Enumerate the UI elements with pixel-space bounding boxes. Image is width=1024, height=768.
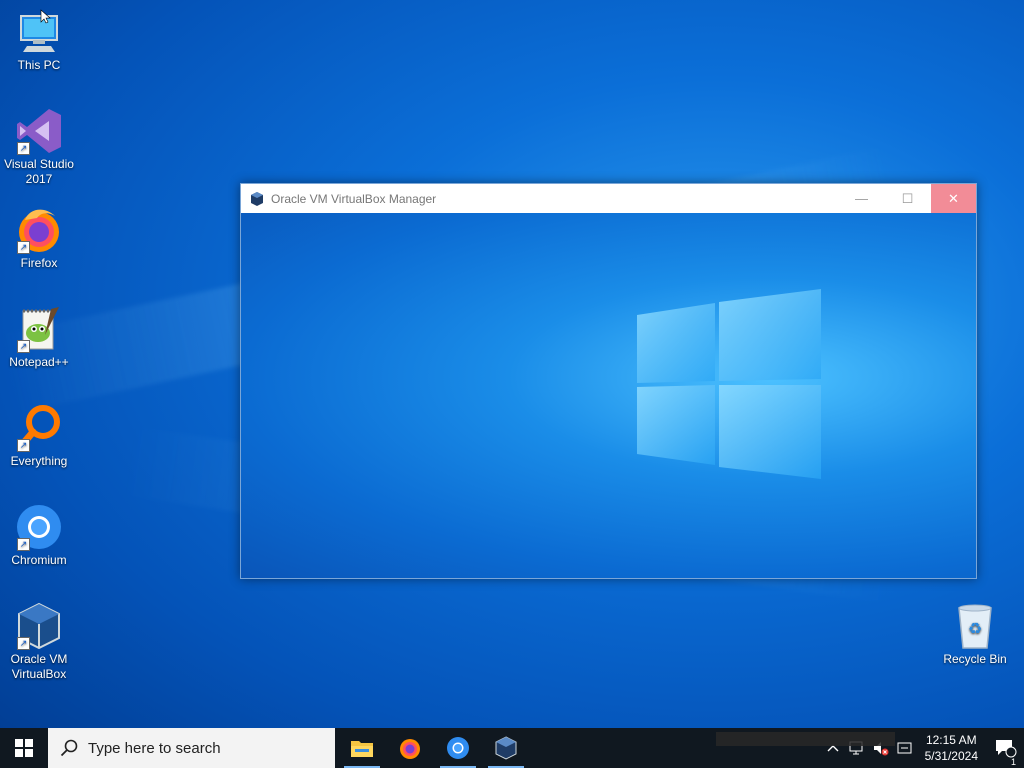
everything-search-icon: ↗	[15, 404, 63, 452]
maximize-button[interactable]: ☐	[885, 184, 930, 213]
clock[interactable]: 12:15 AM 5/31/2024	[917, 732, 988, 764]
search-icon	[60, 739, 78, 757]
window-titlebar[interactable]: Oracle VM VirtualBox Manager — ☐ ✕	[241, 184, 976, 213]
shortcut-arrow-icon: ↗	[17, 439, 30, 452]
firefox-icon	[400, 739, 420, 759]
tray-tooltip	[716, 732, 895, 746]
taskbar-firefox[interactable]	[386, 728, 434, 768]
shortcut-arrow-icon: ↗	[17, 637, 30, 650]
taskbar-chromium[interactable]	[434, 728, 482, 768]
desktop-icon-label: Visual Studio 2017	[4, 157, 74, 186]
taskbar-file-explorer[interactable]	[338, 728, 386, 768]
virtualbox-icon	[495, 736, 517, 760]
desktop-icon-label: Chromium	[11, 553, 67, 567]
visual-studio-icon: ↗	[15, 107, 63, 155]
desktop-icon-notepad-plus-plus[interactable]: ↗ Notepad++	[0, 305, 78, 370]
desktop-icon-recycle-bin[interactable]: ♻ Recycle Bin	[936, 602, 1014, 667]
virtualbox-icon	[251, 191, 263, 206]
shortcut-arrow-icon: ↗	[17, 538, 30, 551]
desktop-icon-chromium[interactable]: ↗ Chromium	[0, 503, 78, 568]
desktop-icon-label: Recycle Bin	[943, 652, 1007, 666]
virtualbox-icon: ↗	[15, 602, 63, 650]
windows-start-icon	[15, 739, 33, 757]
notepad-plus-plus-icon: ↗	[15, 305, 63, 353]
computer-icon	[15, 8, 63, 56]
notification-icon	[996, 740, 1017, 758]
virtualbox-manager-window[interactable]: Oracle VM VirtualBox Manager — ☐ ✕	[240, 183, 977, 579]
recycle-bin-icon: ♻	[951, 602, 999, 650]
desktop-icon-label: Oracle VM VirtualBox	[10, 652, 68, 681]
window-title: Oracle VM VirtualBox Manager	[271, 191, 437, 206]
desktop-icon-label: Everything	[10, 454, 68, 468]
window-client-area	[241, 213, 976, 578]
chromium-icon: ↗	[15, 503, 63, 551]
shortcut-arrow-icon: ↗	[17, 241, 30, 254]
desktop-icon-label: Firefox	[20, 256, 58, 270]
windows-logo-wallpaper	[637, 289, 821, 479]
close-button[interactable]: ✕	[931, 184, 976, 213]
desktop-icon-firefox[interactable]: ↗ Firefox	[0, 206, 78, 271]
shortcut-arrow-icon: ↗	[17, 142, 30, 155]
desktop-icon-visual-studio[interactable]: ↗ Visual Studio 2017	[0, 107, 78, 187]
start-button[interactable]	[0, 728, 48, 768]
clock-date: 5/31/2024	[924, 749, 978, 763]
input-indicator-icon[interactable]	[893, 740, 917, 756]
desktop-icon-everything[interactable]: ↗ Everything	[0, 404, 78, 469]
desktop-icon-virtualbox[interactable]: ↗ Oracle VM VirtualBox	[0, 602, 78, 682]
chromium-icon	[447, 737, 469, 759]
search-box[interactable]: Type here to search	[48, 728, 335, 768]
desktop-icon-label: Notepad++	[9, 355, 69, 369]
action-center-button[interactable]: 1	[988, 738, 1024, 767]
desktop-icon-label: This PC	[17, 58, 61, 72]
taskbar-virtualbox[interactable]	[482, 728, 530, 768]
minimize-button[interactable]: —	[839, 184, 884, 213]
notification-count: 1	[1010, 757, 1016, 767]
folder-icon	[351, 741, 373, 757]
svg-text:♻: ♻	[968, 619, 982, 638]
search-placeholder: Type here to search	[88, 739, 221, 757]
firefox-icon: ↗	[15, 206, 63, 254]
shortcut-arrow-icon: ↗	[17, 340, 30, 353]
desktop-icon-this-pc[interactable]: This PC	[0, 8, 78, 73]
clock-time: 12:15 AM	[925, 733, 977, 747]
